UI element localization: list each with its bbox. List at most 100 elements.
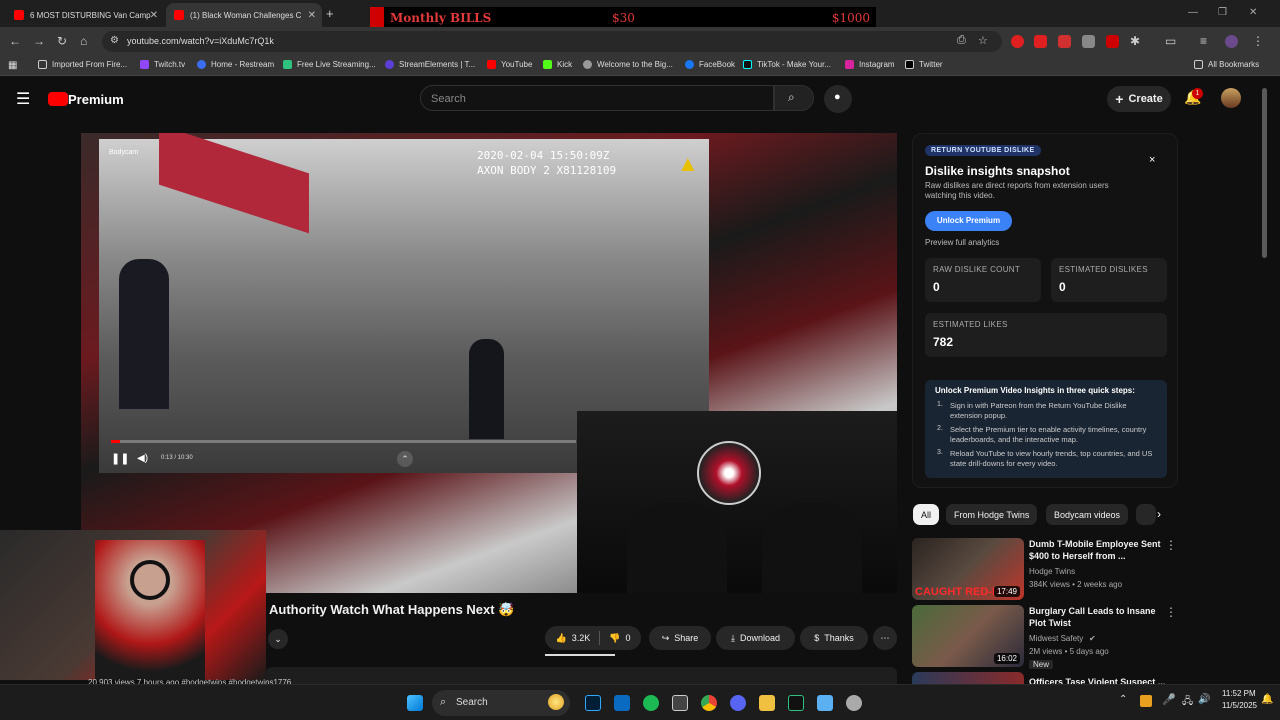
bookmark-item[interactable]: Twitter <box>905 60 943 69</box>
chevron-down-icon[interactable]: ⌄ <box>268 629 288 649</box>
video-thumbnail[interactable]: CAUGHT RED-HA 17:49 <box>912 538 1024 600</box>
media-icon[interactable]: ≡ <box>1200 34 1207 48</box>
photos-icon[interactable] <box>614 695 630 711</box>
extensions-puzzle-icon[interactable]: ✱ <box>1130 34 1140 48</box>
back-icon[interactable]: ← <box>9 34 21 48</box>
recommendation-title[interactable]: Officers Tase Violent Suspect ... <box>1029 676 1171 684</box>
network-icon[interactable]: 🖧 <box>1182 694 1193 711</box>
bookmark-item[interactable]: Imported From Fire... <box>38 60 127 69</box>
video-progress-bar[interactable] <box>111 440 576 443</box>
bookmark-item[interactable]: StreamElements | T... <box>385 60 475 69</box>
file-explorer-icon[interactable] <box>759 695 775 711</box>
taskbar-date[interactable]: 11/5/2025 <box>1222 701 1257 710</box>
bookmark-item[interactable]: Instagram <box>845 60 895 69</box>
thumbs-up-icon[interactable]: 👍 <box>556 633 567 644</box>
windows-start-icon[interactable] <box>407 695 423 711</box>
all-bookmarks[interactable]: All Bookmarks <box>1194 60 1259 69</box>
bookmark-item[interactable]: Welcome to the Big... <box>583 60 673 69</box>
page-scrollbar[interactable] <box>1262 88 1267 258</box>
youtube-premium-brand[interactable]: Premium <box>68 92 124 107</box>
discord-icon[interactable] <box>730 695 746 711</box>
hamburger-menu-icon[interactable]: ☰ <box>16 89 30 109</box>
close-tab-icon[interactable]: ✕ <box>308 10 316 21</box>
volume-icon[interactable]: ◀) <box>137 453 148 464</box>
tab-search-icon[interactable]: ▭ <box>1165 34 1176 48</box>
taskbar-search[interactable]: ⌕ Search <box>432 690 570 716</box>
chevron-right-icon[interactable]: › <box>1157 507 1161 521</box>
spotify-icon[interactable] <box>643 695 659 711</box>
video-thumbnail[interactable]: 16:02 <box>912 605 1024 667</box>
notepad-icon[interactable] <box>817 695 833 711</box>
site-info-icon[interactable]: ⚙ <box>110 35 119 46</box>
description-box[interactable] <box>266 667 897 684</box>
bookmark-star-icon[interactable]: ☆ <box>978 34 988 47</box>
extension-icon[interactable] <box>1058 35 1071 48</box>
chip-overflow[interactable] <box>1136 504 1156 525</box>
profile-avatar[interactable] <box>1225 35 1238 48</box>
channel-name[interactable]: Hodge Twins <box>1029 567 1075 576</box>
extension-icon[interactable] <box>1011 35 1024 48</box>
channel-name[interactable]: Midwest Safety <box>1029 634 1083 643</box>
close-panel-icon[interactable]: × <box>1149 154 1155 166</box>
thanks-button[interactable]: $ Thanks <box>800 626 868 650</box>
like-count[interactable]: 3.2K <box>572 633 591 643</box>
recommendation-title[interactable]: Dumb T-Mobile Employee Sent $400 to Hers… <box>1029 538 1171 562</box>
microphone-icon[interactable]: 🎤 <box>1162 693 1176 706</box>
youtube-logo-icon[interactable] <box>48 92 68 106</box>
tray-app-icon[interactable] <box>1140 695 1152 707</box>
app-icon[interactable] <box>788 695 804 711</box>
more-options-icon[interactable]: ⋮ <box>1165 538 1177 552</box>
share-button[interactable]: ↪ Share <box>649 626 711 650</box>
voice-search-button[interactable]: ● <box>824 85 852 113</box>
extension-icon[interactable] <box>1082 35 1095 48</box>
close-window-icon[interactable]: ✕ <box>1249 7 1257 18</box>
bookmark-item[interactable]: YouTube <box>487 60 532 69</box>
browser-menu-icon[interactable]: ⋮ <box>1252 34 1264 48</box>
search-input[interactable]: Search <box>420 85 774 111</box>
bookmark-item[interactable]: Twitch.tv <box>140 60 185 69</box>
home-icon[interactable]: ⌂ <box>80 34 87 48</box>
chip-all[interactable]: All <box>913 504 940 525</box>
taskbar-time[interactable]: 11:52 PM <box>1222 689 1256 698</box>
recommendation-item[interactable]: Officers Tase Violent Suspect ... <box>912 672 1182 684</box>
search-button[interactable]: ⌕ <box>774 85 814 111</box>
reload-icon[interactable]: ↻ <box>57 34 67 48</box>
recommendation-item[interactable]: 16:02 Burglary Call Leads to Insane Plot… <box>912 605 1182 669</box>
chip-bodycam-videos[interactable]: Bodycam videos <box>1046 504 1129 525</box>
chevron-up-icon[interactable]: ⌃ <box>397 451 413 467</box>
app-icon[interactable] <box>672 695 688 711</box>
bookmark-item[interactable]: Free Live Streaming... <box>283 60 376 69</box>
unlock-premium-button[interactable]: Unlock Premium <box>925 211 1012 231</box>
recommendation-item[interactable]: CAUGHT RED-HA 17:49 Dumb T-Mobile Employ… <box>912 538 1182 600</box>
install-icon[interactable]: ⎙ <box>957 34 966 47</box>
notification-center-icon[interactable]: 🔔 <box>1261 694 1273 705</box>
more-options-icon[interactable]: ⋮ <box>1165 605 1177 619</box>
bookmark-item[interactable]: TikTok - Make Your... <box>743 60 831 69</box>
more-actions-button[interactable]: ⋯ <box>873 626 897 650</box>
settings-icon[interactable] <box>846 695 862 711</box>
bookmark-item[interactable]: Home - Restream <box>197 60 274 69</box>
create-button[interactable]: + Create <box>1107 86 1171 112</box>
account-avatar[interactable] <box>1221 88 1241 108</box>
chrome-icon[interactable] <box>701 695 717 711</box>
forward-icon[interactable]: → <box>33 34 45 48</box>
minimize-icon[interactable]: — <box>1188 7 1198 18</box>
volume-icon[interactable]: 🔊 <box>1198 694 1210 705</box>
restore-icon[interactable]: ❐ <box>1218 7 1227 18</box>
chevron-up-icon[interactable]: ⌃ <box>1119 694 1127 705</box>
video-thumbnail[interactable] <box>912 672 1024 684</box>
thumbs-down-icon[interactable]: 👎 <box>609 633 620 644</box>
photoshop-icon[interactable] <box>585 695 601 711</box>
pause-icon[interactable]: ❚❚ <box>111 452 129 465</box>
apps-grid-icon[interactable]: ▦ <box>8 60 17 71</box>
dislike-count[interactable]: 0 <box>625 633 630 643</box>
close-tab-icon[interactable]: ✕ <box>150 10 158 21</box>
extension-icon[interactable] <box>1106 35 1119 48</box>
download-button[interactable]: ⤓ Download <box>716 626 795 650</box>
browser-tab[interactable]: 6 MOST DISTURBING Van Camp ✕ <box>6 3 164 27</box>
browser-tab-active[interactable]: (1) Black Woman Challenges C ✕ <box>166 3 322 27</box>
bookmark-item[interactable]: FaceBook <box>685 60 735 69</box>
extension-icon[interactable] <box>1034 35 1047 48</box>
bookmark-item[interactable]: Kick <box>543 60 572 69</box>
recommendation-title[interactable]: Burglary Call Leads to Insane Plot Twist <box>1029 605 1171 629</box>
